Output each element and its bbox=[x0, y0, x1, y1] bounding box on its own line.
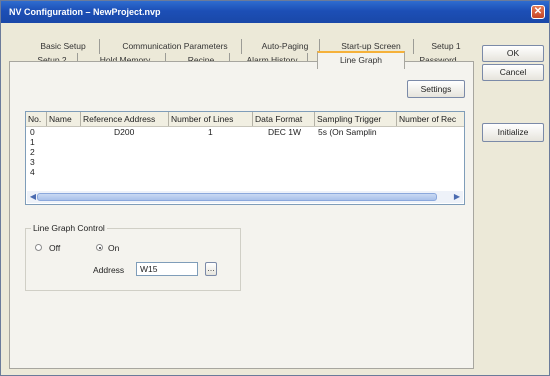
address-label: Address bbox=[93, 265, 125, 275]
cell-reference-address: D200 bbox=[114, 127, 135, 137]
cell-number-of-lines: 1 bbox=[208, 127, 213, 137]
off-label: Off bbox=[49, 243, 61, 253]
column-header-number-of-records[interactable]: Number of Rec bbox=[397, 112, 464, 126]
off-radio[interactable] bbox=[35, 244, 42, 251]
initialize-button[interactable]: Initialize bbox=[482, 123, 544, 142]
line-graph-control-label: Line Graph Control bbox=[31, 223, 107, 233]
tab-auto-paging[interactable]: Auto-Paging bbox=[251, 39, 320, 54]
close-icon[interactable]: ✕ bbox=[531, 5, 545, 19]
cancel-button[interactable]: Cancel bbox=[482, 64, 544, 81]
line-graph-table[interactable]: No. Name Reference Address Number of Lin… bbox=[25, 111, 465, 205]
column-header-reference-address[interactable]: Reference Address bbox=[81, 112, 169, 126]
tab-setup-1[interactable]: Setup 1 bbox=[421, 39, 471, 54]
window-title: NV Configuration – NewProject.nvp bbox=[9, 7, 161, 17]
column-header-name[interactable]: Name bbox=[47, 112, 81, 126]
column-header-sampling-trigger[interactable]: Sampling Trigger bbox=[315, 112, 397, 126]
column-header-no[interactable]: No. bbox=[26, 112, 47, 126]
tab-communication-parameters[interactable]: Communication Parameters bbox=[109, 39, 242, 54]
cell-sampling-trigger: 5s (On Samplin bbox=[318, 127, 377, 137]
table-header: No. Name Reference Address Number of Lin… bbox=[26, 112, 464, 127]
on-label: On bbox=[108, 243, 120, 253]
scrollbar-thumb[interactable] bbox=[37, 193, 437, 201]
column-header-number-of-lines[interactable]: Number of Lines bbox=[169, 112, 253, 126]
title-bar[interactable]: NV Configuration – NewProject.nvp ✕ bbox=[1, 1, 549, 23]
scroll-right-icon[interactable]: ▶ bbox=[451, 191, 463, 203]
on-radio[interactable] bbox=[96, 244, 103, 251]
cell-data-format: DEC 1W bbox=[268, 127, 302, 137]
tab-basic-setup[interactable]: Basic Setup bbox=[27, 39, 100, 54]
address-input[interactable]: W15 bbox=[136, 262, 198, 276]
cell-no: 1 bbox=[30, 137, 35, 147]
nv-configuration-window: NV Configuration – NewProject.nvp ✕ Basi… bbox=[0, 0, 550, 376]
line-graph-control-group bbox=[25, 228, 241, 291]
cell-no: 4 bbox=[30, 167, 35, 177]
ok-button[interactable]: OK bbox=[482, 45, 544, 62]
settings-button[interactable]: Settings bbox=[407, 80, 465, 98]
horizontal-scrollbar[interactable]: ◀ ▶ bbox=[27, 191, 463, 203]
cell-no: 3 bbox=[30, 157, 35, 167]
browse-icon[interactable]: … bbox=[205, 262, 217, 276]
cell-no: 2 bbox=[30, 147, 35, 157]
cell-no: 0 bbox=[30, 127, 35, 137]
tab-line-graph[interactable]: Line Graph bbox=[317, 51, 405, 69]
column-header-data-format[interactable]: Data Format bbox=[253, 112, 315, 126]
line-graph-panel bbox=[9, 61, 474, 369]
